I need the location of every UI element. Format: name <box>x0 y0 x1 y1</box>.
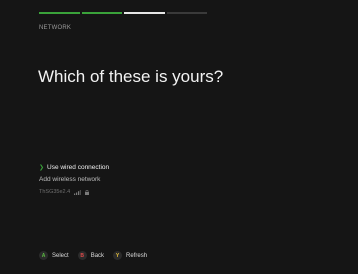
refresh-hint[interactable]: Y Refresh <box>113 251 147 260</box>
setup-progress-bar <box>39 12 207 15</box>
add-wireless-network-option[interactable]: Add wireless network <box>39 174 239 186</box>
section-label: NETWORK <box>39 25 72 31</box>
select-label: Select <box>52 252 69 259</box>
select-hint[interactable]: A Select <box>39 251 69 260</box>
back-hint[interactable]: B Back <box>77 251 105 260</box>
lock-icon <box>85 189 90 195</box>
network-setup-screen: NETWORK Which of these is yours? ❯ Use w… <box>0 0 358 274</box>
wifi-signal-icon <box>74 189 82 195</box>
wireless-network-item[interactable]: ThSG35e2.4 <box>39 186 239 198</box>
chevron-right-icon: ❯ <box>39 165 45 171</box>
option-label: Use wired connection <box>47 164 110 171</box>
controller-hints: A Select B Back Y Refresh <box>39 251 147 260</box>
refresh-label: Refresh <box>126 252 148 259</box>
back-label: Back <box>90 252 105 259</box>
progress-step-2 <box>81 12 122 14</box>
a-button-icon: A <box>39 251 48 260</box>
page-title: Which of these is yours? <box>38 67 224 86</box>
progress-step-3 <box>124 12 165 14</box>
network-ssid: ThSG35e2.4 <box>39 189 71 195</box>
network-options-list: ❯ Use wired connection Add wireless netw… <box>39 162 239 198</box>
use-wired-connection-option[interactable]: ❯ Use wired connection <box>39 162 239 174</box>
b-button-icon: B <box>77 251 87 260</box>
progress-step-4 <box>166 12 207 14</box>
option-label: Add wireless network <box>39 176 101 183</box>
progress-step-1 <box>39 12 80 14</box>
y-button-icon: Y <box>113 251 123 260</box>
